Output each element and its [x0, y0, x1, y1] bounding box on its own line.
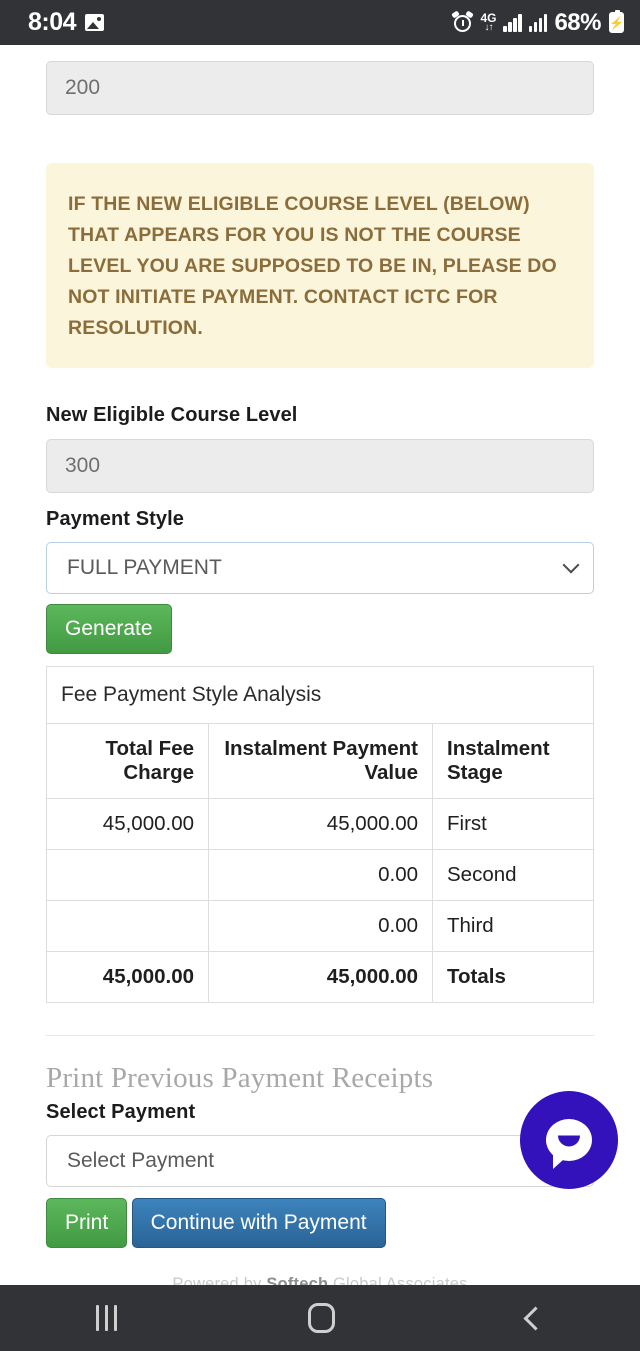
status-bar-left: 8:04: [16, 8, 105, 37]
footer-brand: Softech: [266, 1275, 329, 1285]
header-instalment-payment-value: Instalment Payment Value: [208, 723, 433, 799]
table-totals-row: 45,000.00 45,000.00 Totals: [46, 951, 594, 1003]
print-button[interactable]: Print: [46, 1198, 128, 1248]
footer-prefix: Powered by: [172, 1275, 267, 1285]
payment-style-label: Payment Style: [46, 508, 185, 530]
network-arrows: ↓↑: [484, 22, 493, 33]
table-row: 0.00 Second: [46, 849, 594, 901]
smile-icon: [558, 1135, 580, 1147]
table-row: 45,000.00 45,000.00 First: [46, 798, 594, 850]
chevron-down-icon: [562, 556, 580, 574]
payment-style-select[interactable]: FULL PAYMENT: [46, 542, 594, 594]
signal-bars-icon-2: [528, 13, 548, 32]
header-instalment-stage: Instalment Stage: [432, 723, 594, 799]
cell-instalment-value: 45,000.00: [208, 798, 433, 850]
new-eligible-course-level-input[interactable]: 300: [46, 439, 594, 493]
status-bar: 8:04 4G ↓↑ 68% ⚡: [0, 0, 640, 45]
footer-suffix: Global Associates: [328, 1275, 468, 1285]
network-type-icon: 4G ↓↑: [480, 12, 496, 33]
cell-totals-label: Totals: [432, 951, 594, 1003]
new-eligible-course-level-label: New Eligible Course Level: [46, 404, 298, 426]
fee-table-body: 45,000.00 45,000.00 First 0.00 Second 0.…: [46, 798, 594, 1003]
battery-percent: 68%: [554, 8, 601, 36]
footer-credit: Powered by Softech Global Associates: [46, 1275, 594, 1285]
select-payment-dropdown[interactable]: Select Payment: [46, 1135, 594, 1187]
status-bar-right: 4G ↓↑ 68% ⚡: [451, 8, 624, 37]
image-icon: [85, 14, 105, 31]
fee-table-head: Total Fee Charge Instalment Payment Valu…: [46, 723, 594, 799]
payment-style-selected-value: FULL PAYMENT: [67, 556, 222, 579]
android-nav-bar: [0, 1285, 640, 1351]
chat-bubble-icon: [546, 1119, 592, 1169]
header-total-fee-charge: Total Fee Charge: [46, 723, 209, 799]
home-icon[interactable]: [308, 1303, 336, 1333]
select-payment-label: Select Payment: [46, 1101, 196, 1123]
cell-instalment-stage: Third: [432, 900, 594, 952]
generate-button-row: Generate: [46, 604, 594, 654]
alarm-icon: [451, 10, 475, 33]
cell-total-fee: 45,000.00: [46, 798, 209, 850]
page-content: 200 IF THE NEW ELIGIBLE COURSE LEVEL (BE…: [0, 45, 640, 1285]
chat-fab-button[interactable]: [520, 1091, 618, 1189]
phone-screen: 8:04 4G ↓↑ 68% ⚡ 200 IF THE NEW ELIGIBLE…: [0, 0, 640, 1351]
current-course-level-input[interactable]: 200: [46, 61, 594, 115]
fee-table-caption: Fee Payment Style Analysis: [46, 666, 594, 723]
battery-charging-icon: ⚡: [609, 10, 624, 33]
generate-button[interactable]: Generate: [46, 604, 172, 654]
select-payment-selected-value: Select Payment: [67, 1149, 215, 1172]
status-time: 8:04: [28, 8, 77, 36]
continue-with-payment-button[interactable]: Continue with Payment: [131, 1198, 386, 1248]
cell-instalment-stage: First: [432, 798, 594, 850]
fee-payment-style-analysis-table: Fee Payment Style Analysis Total Fee Cha…: [46, 666, 594, 1003]
cell-instalment-stage: Second: [432, 849, 594, 901]
cell-total-fee: [46, 900, 209, 952]
receipt-actions-row: Print Continue with Payment: [46, 1198, 594, 1248]
cell-totals-fee: 45,000.00: [46, 951, 209, 1003]
signal-bars-icon-1: [503, 13, 522, 32]
table-header-row: Total Fee Charge Instalment Payment Valu…: [46, 723, 594, 799]
back-icon[interactable]: [523, 1305, 548, 1331]
cell-total-fee: [46, 849, 209, 901]
recents-icon[interactable]: [95, 1305, 117, 1331]
cell-instalment-value: 0.00: [208, 849, 433, 901]
cell-totals-instalment-value: 45,000.00: [208, 951, 433, 1003]
course-level-warning-alert: IF THE NEW ELIGIBLE COURSE LEVEL (BELOW)…: [46, 163, 594, 368]
cell-instalment-value: 0.00: [208, 900, 433, 952]
print-previous-receipts-heading: Print Previous Payment Receipts: [46, 1062, 434, 1094]
table-row: 0.00 Third: [46, 900, 594, 952]
